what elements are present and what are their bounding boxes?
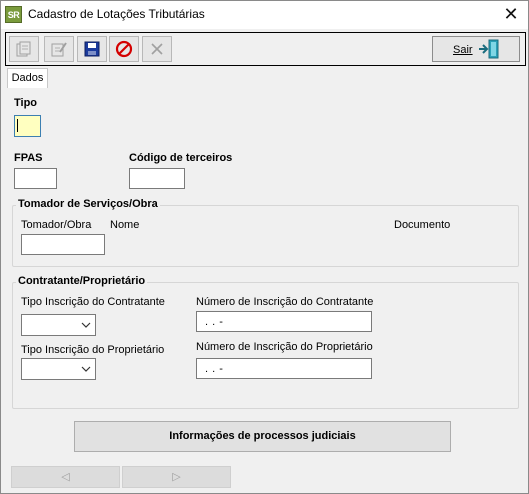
previous-record-button[interactable]: ◁ (11, 466, 120, 488)
app-logo-icon: SR (5, 6, 22, 23)
tipo-label: Tipo (14, 97, 38, 109)
delete-button[interactable] (142, 36, 172, 62)
numero-inscricao-contratante-value: . . - (205, 316, 224, 328)
numero-inscricao-contratante-input[interactable]: . . - (196, 311, 372, 332)
tomador-obra-input[interactable] (21, 234, 105, 255)
numero-inscricao-proprietario-label: Número de Inscrição do Proprietário (196, 341, 373, 353)
arrow-right-icon: ▷ (172, 471, 181, 483)
cancel-icon (115, 40, 133, 58)
edit-record-button[interactable] (44, 36, 74, 62)
cancel-button[interactable] (109, 36, 139, 62)
numero-inscricao-contratante-label: Número de Inscrição do Contratante (196, 296, 374, 308)
arrow-left-icon: ◁ (61, 471, 70, 483)
fpas-label: FPAS (14, 152, 43, 164)
tomador-obra-label: Tomador/Obra (21, 219, 92, 231)
title-bar: SR Cadastro de Lotações Tributárias ✕ (1, 1, 528, 29)
tab-dados-label: Dados (11, 72, 44, 84)
save-icon (84, 41, 100, 57)
codigo-terceiros-input[interactable] (129, 168, 185, 189)
numero-inscricao-proprietario-value: . . - (205, 363, 224, 375)
chevron-down-icon (81, 366, 91, 372)
exit-button[interactable]: Sair (432, 36, 520, 62)
close-icon: ✕ (503, 4, 519, 24)
tipo-inscricao-contratante-label: Tipo Inscrição do Contratante (21, 296, 165, 308)
contratante-group-title: Contratante/Proprietário (16, 275, 148, 287)
tipo-inscricao-proprietario-select[interactable] (21, 358, 96, 380)
save-button[interactable] (77, 36, 107, 62)
fpas-input[interactable] (14, 168, 57, 189)
window-title: Cadastro de Lotações Tributárias (28, 7, 205, 21)
text-caret (17, 119, 18, 132)
tipo-input[interactable] (14, 115, 41, 137)
tipo-inscricao-proprietario-label: Tipo Inscrição do Proprietário (21, 344, 165, 356)
new-record-icon (16, 41, 31, 57)
tipo-inscricao-contratante-select[interactable] (21, 314, 96, 336)
cadastro-lotacoes-window: SR Cadastro de Lotações Tributárias ✕ Sa… (0, 0, 529, 494)
nome-label: Nome (110, 219, 140, 231)
chevron-down-icon (81, 322, 91, 328)
numero-inscricao-proprietario-input[interactable]: . . - (196, 358, 372, 379)
codigo-terceiros-label: Código de terceiros (129, 152, 233, 164)
delete-icon (151, 43, 163, 55)
close-button[interactable]: ✕ (494, 1, 528, 29)
documento-label: Documento (394, 219, 451, 231)
next-record-button[interactable]: ▷ (122, 466, 231, 488)
toolbar: Sair (5, 32, 526, 66)
processos-judiciais-button[interactable]: Informações de processos judiciais (74, 421, 451, 452)
tab-dados[interactable]: Dados (7, 68, 48, 88)
edit-record-icon (51, 42, 67, 57)
exit-button-label: Sair (453, 44, 473, 56)
tomador-group-title: Tomador de Serviços/Obra (16, 198, 160, 210)
exit-door-icon (479, 39, 499, 59)
new-record-button[interactable] (9, 36, 39, 62)
processos-judiciais-label: Informações de processos judiciais (169, 430, 356, 442)
